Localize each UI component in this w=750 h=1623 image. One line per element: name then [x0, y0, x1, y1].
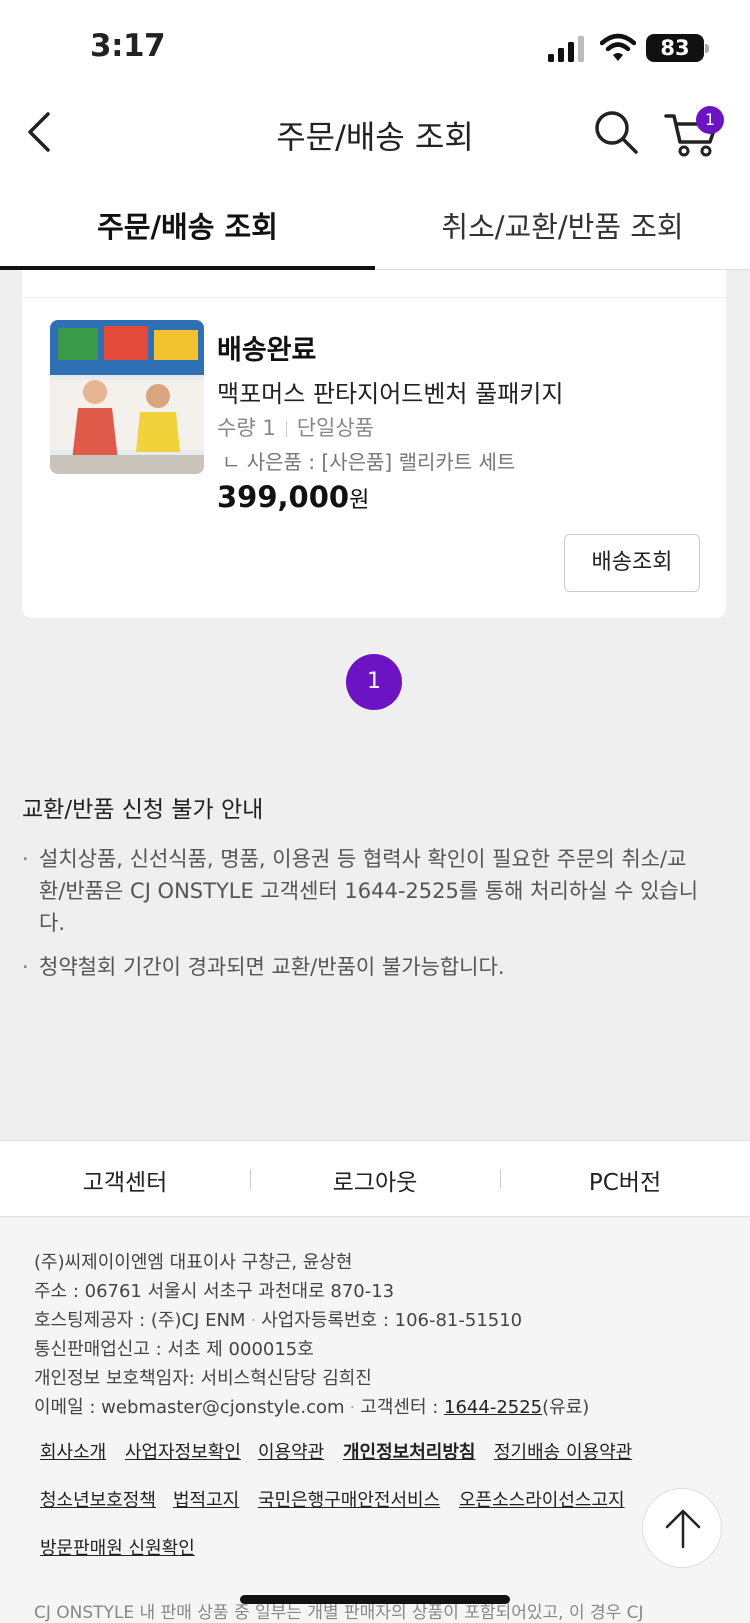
- company-name: (주)씨제이이엔엠 대표이사 구창근, 윤상현: [34, 1252, 353, 1273]
- company-info: (주)씨제이이엔엠 대표이사 구창근, 윤상현 주소 : 06761 서울시 서…: [34, 1248, 589, 1422]
- top-area: 3:17 83 주문/배송 조회 1 주문/배송 조회 취소/교환/반품 조회: [0, 0, 750, 270]
- link-open-source[interactable]: 오픈소스라이선스고지: [459, 1486, 625, 1512]
- gift-item: ㄴ 사은품 : [사은품] 랠리카트 세트: [222, 450, 516, 474]
- link-business-info[interactable]: 사업자정보확인: [125, 1438, 241, 1464]
- search-icon[interactable]: [592, 108, 640, 156]
- track-delivery-button[interactable]: 배송조회: [564, 534, 700, 592]
- price-value: 399,000: [217, 480, 350, 514]
- cs-label: 고객센터 :: [360, 1397, 445, 1418]
- notice-item: 설치상품, 신선식품, 명품, 이용권 등 협력사 확인이 필요한 주문의 취소…: [22, 843, 702, 939]
- cs-phone-link[interactable]: 1644-2525: [444, 1397, 542, 1418]
- battery-nub: [705, 44, 709, 53]
- business-number: 사업자등록번호 : 106-81-51510: [261, 1310, 523, 1331]
- contact-line: 이메일 : webmaster@cjonstyle.com · 고객센터 : 164…: [34, 1397, 590, 1418]
- divider: [285, 421, 287, 437]
- status-bar: 3:17 83: [0, 0, 750, 90]
- delivery-status: 배송완료: [217, 335, 317, 366]
- link-subscription-terms[interactable]: 정기배송 이용약관: [494, 1438, 632, 1464]
- quantity: 수량 1: [217, 416, 276, 440]
- footer-nav-customer-center[interactable]: 고객센터: [0, 1163, 250, 1197]
- home-indicator: [240, 1595, 510, 1604]
- battery-icon: 83: [646, 34, 704, 62]
- company-address: 주소 : 06761 서울시 서초구 과천대로 870-13: [34, 1281, 395, 1302]
- hosting-line: 호스팅제공자 : (주)CJ ENM · 사업자등록번호 : 106-81-5151…: [34, 1310, 523, 1331]
- tab-cancel-exchange-return[interactable]: 취소/교환/반품 조회: [375, 204, 750, 246]
- link-salesperson-check[interactable]: 방문판매원 신원확인: [40, 1534, 195, 1560]
- page-button-1[interactable]: 1: [346, 654, 402, 710]
- scroll-to-top-button[interactable]: [642, 1488, 722, 1568]
- notice-item: 청약철회 기간이 경과되면 교환/반품이 불가능합니다.: [22, 951, 702, 983]
- cs-note: (유료): [542, 1397, 590, 1418]
- price: 399,000원: [217, 480, 369, 514]
- cart-count-badge: 1: [696, 106, 724, 134]
- arrow-up-icon: [665, 1509, 701, 1549]
- tab-bar: 주문/배송 조회 취소/교환/반품 조회: [0, 190, 750, 270]
- link-terms[interactable]: 이용약관: [258, 1438, 324, 1464]
- order-card-top: [22, 270, 726, 298]
- hosting-provider: 호스팅제공자 : (주)CJ ENM: [34, 1310, 246, 1331]
- product-image[interactable]: [50, 320, 204, 474]
- mail-order-registration: 통신판매업신고 : 서초 제 000015호: [34, 1339, 314, 1360]
- link-company-intro[interactable]: 회사소개: [40, 1438, 106, 1464]
- tab-order-delivery[interactable]: 주문/배송 조회: [0, 204, 375, 246]
- header: 주문/배송 조회: [0, 92, 750, 172]
- email: 이메일 : webmaster@cjonstyle.com: [34, 1397, 345, 1418]
- status-time: 3:17: [90, 28, 166, 64]
- notice-title: 교환/반품 신청 불가 안내: [22, 797, 264, 823]
- link-legal-notice[interactable]: 법적고지: [173, 1486, 239, 1512]
- option: 단일상품: [296, 416, 374, 440]
- link-privacy-policy[interactable]: 개인정보처리방침: [343, 1438, 475, 1464]
- footer-nav-logout[interactable]: 로그아웃: [250, 1163, 500, 1197]
- link-kb-escrow[interactable]: 국민은행구매안전서비스: [258, 1486, 440, 1512]
- quantity-option: 수량 1 단일상품: [217, 412, 374, 442]
- footer: 고객센터 로그아웃 PC버전 (주)씨제이이엔엠 대표이사 구창근, 윤상현 주…: [0, 1140, 750, 1623]
- footer-nav: 고객센터 로그아웃 PC버전: [0, 1140, 750, 1217]
- product-name[interactable]: 맥포머스 판타지어드벤처 풀패키지: [217, 374, 563, 409]
- privacy-officer: 개인정보 보호책임자: 서비스혁신담당 김희진: [34, 1368, 372, 1389]
- notice-list: 설치상품, 신선식품, 명품, 이용권 등 협력사 확인이 필요한 주문의 취소…: [22, 843, 702, 995]
- order-card: 배송완료 맥포머스 판타지어드벤처 풀패키지 수량 1 단일상품 ㄴ 사은품 : …: [22, 298, 726, 618]
- price-currency: 원: [349, 488, 370, 513]
- link-youth-protection[interactable]: 청소년보호정책: [40, 1486, 156, 1512]
- signal-icon: [548, 36, 584, 62]
- wifi-icon: [600, 33, 636, 61]
- footer-nav-pc-version[interactable]: PC버전: [500, 1163, 750, 1197]
